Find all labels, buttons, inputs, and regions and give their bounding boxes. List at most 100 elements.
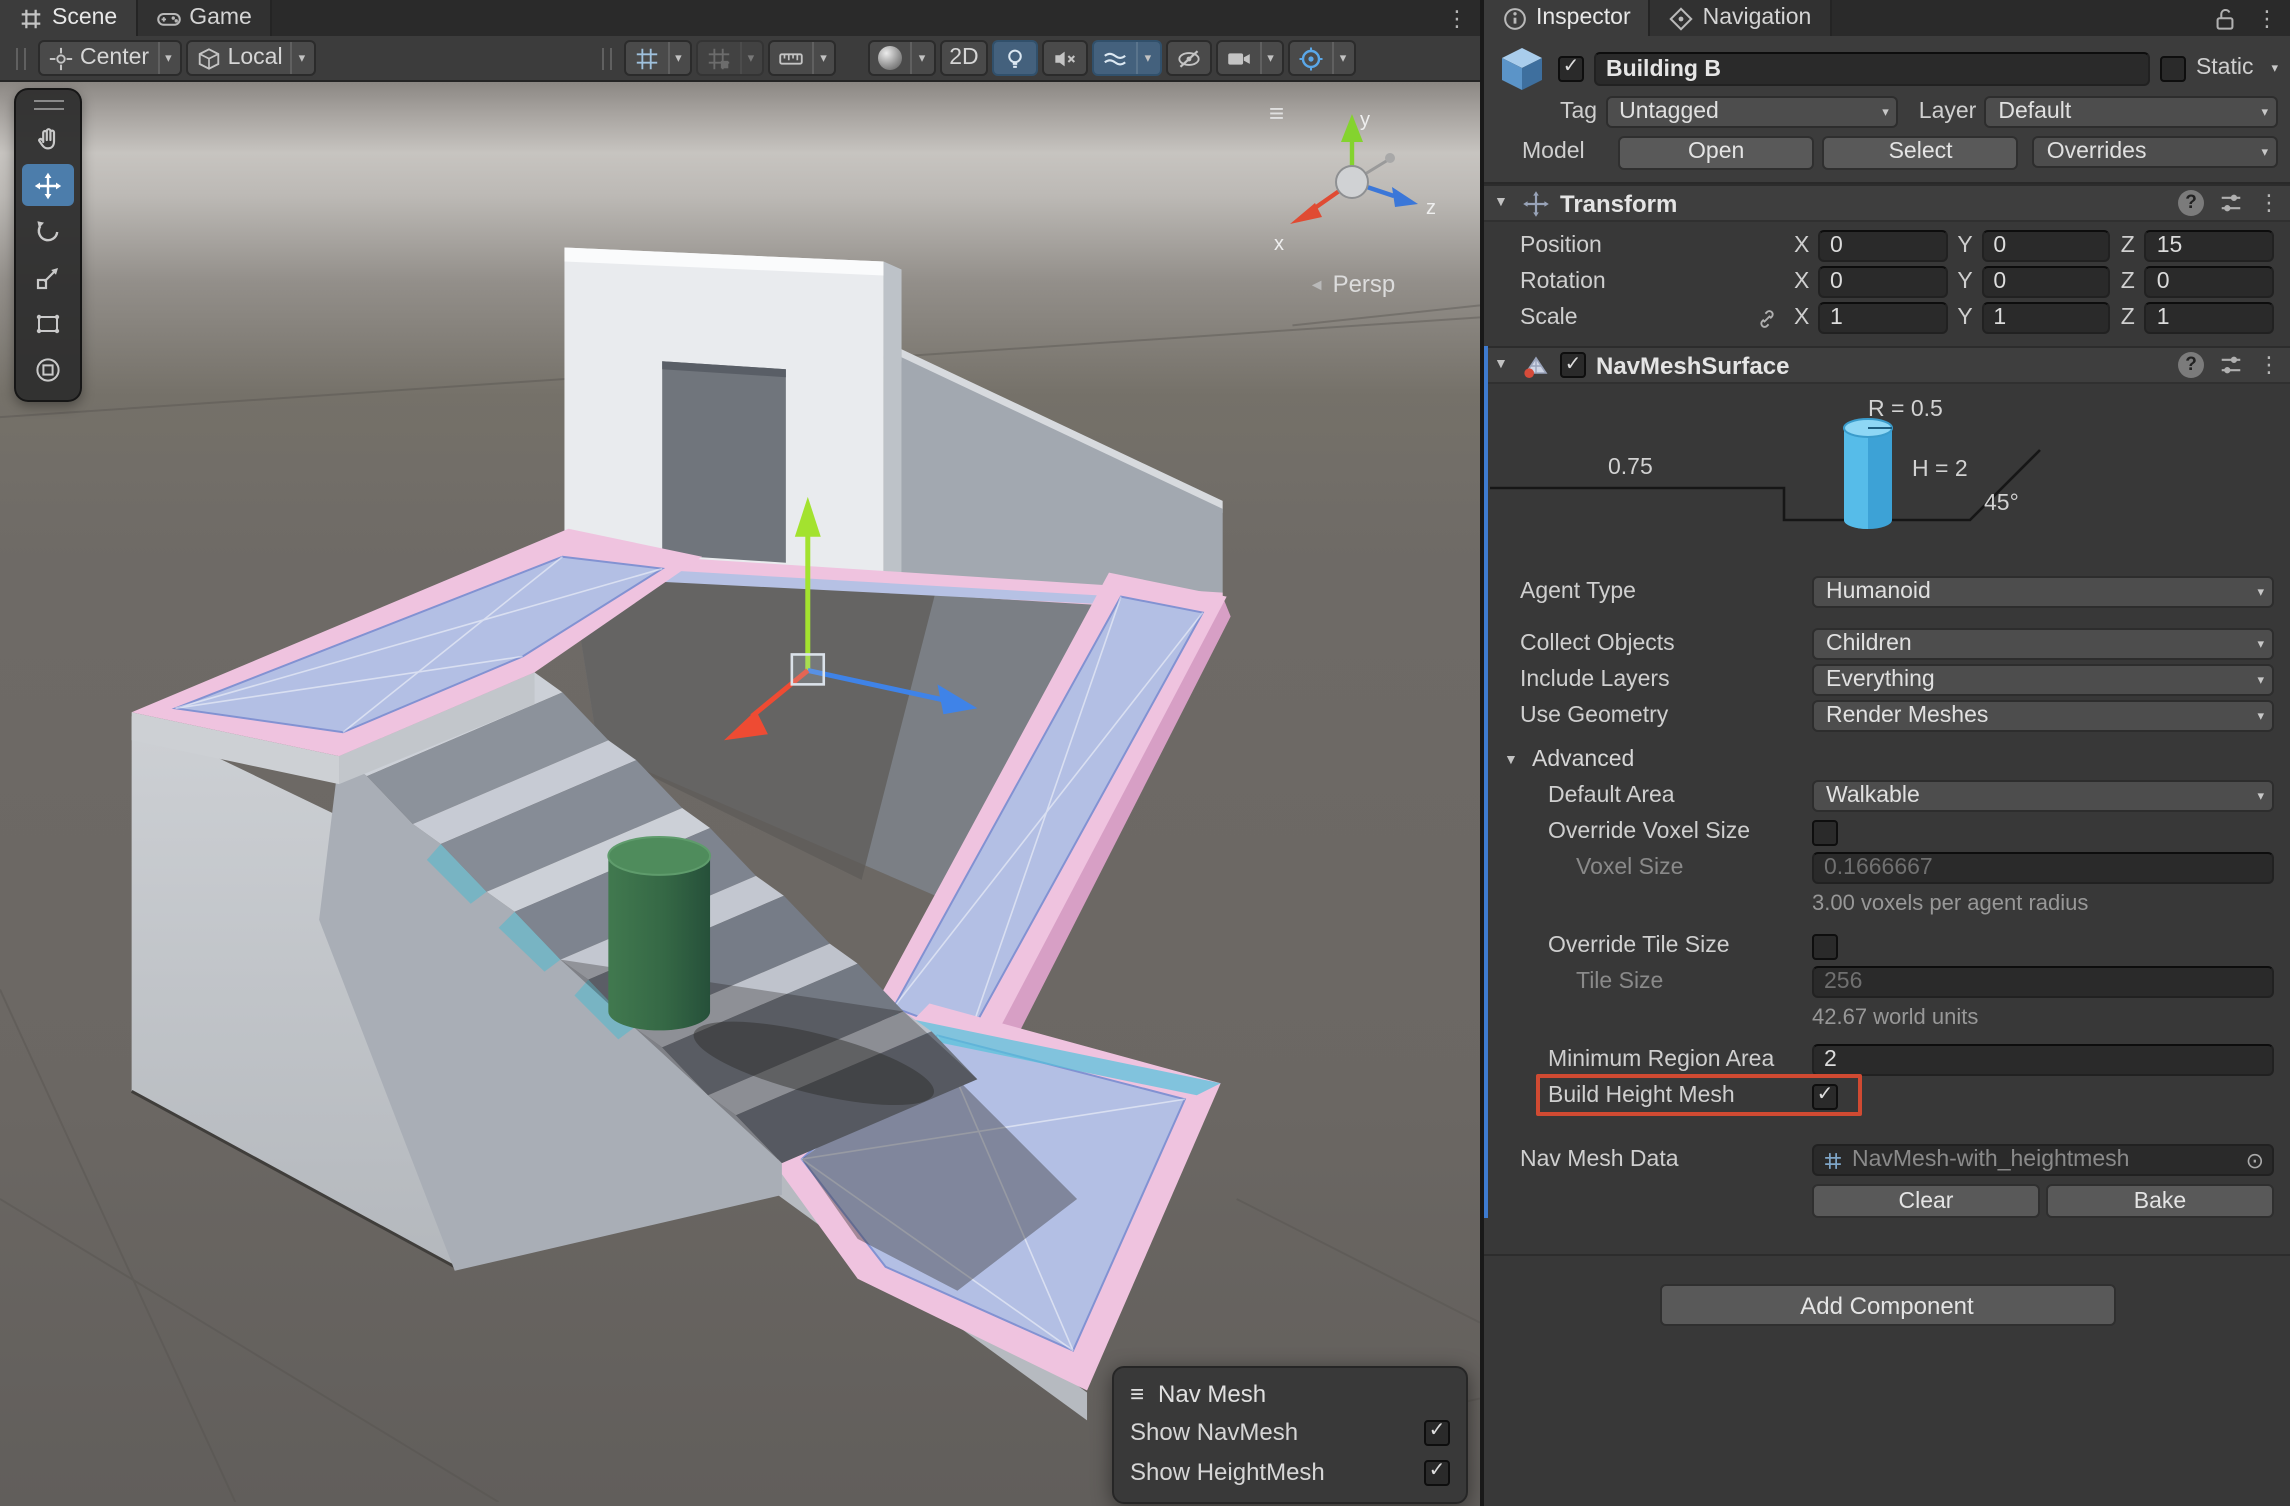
- move-tool-button[interactable]: [22, 164, 74, 206]
- tile-size-field[interactable]: 256: [1812, 966, 2274, 998]
- rotate-tool-button[interactable]: [22, 210, 74, 252]
- chevron-down-icon: ▾: [2257, 636, 2264, 652]
- scene-effects-dropdown[interactable]: ▾: [1093, 40, 1162, 76]
- rect-tool-button[interactable]: [22, 302, 74, 344]
- scene-panel: Scene Game ⋮ Center ▾ Local ▾: [0, 0, 1484, 1506]
- bake-button[interactable]: Bake: [2046, 1184, 2274, 1218]
- projection-toggle[interactable]: ◄ Persp: [1260, 270, 1444, 298]
- layer-dropdown[interactable]: Default ▾: [1984, 96, 2278, 128]
- uniform-scale-link-icon[interactable]: [1755, 307, 1777, 329]
- scene-viewport[interactable]: ≡ y x z ◄ Persp: [0, 82, 1480, 1506]
- scale-y-field[interactable]: 1: [1981, 302, 2110, 334]
- rotation-x-field[interactable]: 0: [1818, 266, 1947, 298]
- position-y-field[interactable]: 0: [1981, 230, 2110, 262]
- scene-lighting-button[interactable]: [993, 40, 1039, 76]
- toolbar-drag-handle[interactable]: [16, 47, 26, 69]
- gameobject-name-field[interactable]: Building B: [1594, 51, 2150, 85]
- position-x-field[interactable]: 0: [1818, 230, 1947, 262]
- pivot-mode-dropdown[interactable]: Center ▾: [38, 40, 182, 76]
- check-icon: ✓: [1429, 1462, 1446, 1482]
- tab-inspector[interactable]: Inspector: [1484, 0, 1651, 36]
- chevron-down-icon: ▾: [740, 42, 755, 74]
- help-icon[interactable]: ?: [2178, 190, 2204, 216]
- tab-game[interactable]: Game: [137, 0, 272, 36]
- default-area-dropdown[interactable]: Walkable▾: [1812, 780, 2274, 812]
- presets-icon[interactable]: [2218, 190, 2244, 216]
- nav-mesh-data-row: Nav Mesh Data NavMesh-with_heightmesh ⊙: [1484, 1144, 2274, 1176]
- help-icon[interactable]: ?: [2178, 352, 2204, 378]
- toolbar-drag-handle[interactable]: [601, 47, 611, 69]
- scene-visibility-button[interactable]: [1165, 40, 1211, 76]
- transform-title: Transform: [1560, 189, 1677, 217]
- include-layers-dropdown[interactable]: Everything▾: [1812, 664, 2274, 696]
- collect-objects-dropdown[interactable]: Children▾: [1812, 628, 2274, 660]
- hamburger-icon[interactable]: ≡: [1130, 1379, 1144, 1407]
- model-open-button[interactable]: Open: [1618, 135, 1814, 169]
- scene-grid-icon: [18, 5, 44, 31]
- component-menu-icon[interactable]: ⋮: [2258, 352, 2280, 378]
- override-tile-size-label: Override Tile Size: [1484, 934, 1800, 958]
- presets-icon[interactable]: [2218, 352, 2244, 378]
- component-enabled-checkbox[interactable]: ✓: [1560, 352, 1586, 378]
- axis-gizmo-icon[interactable]: y x z: [1260, 102, 1444, 266]
- build-height-mesh-checkbox[interactable]: ✓: [1812, 1083, 1838, 1109]
- position-z-field[interactable]: 15: [2145, 230, 2274, 262]
- inspector-panel: Inspector Navigation ⋮: [1484, 0, 2290, 1506]
- active-checkbox[interactable]: ✓: [1558, 55, 1584, 81]
- scale-z-field[interactable]: 1: [2145, 302, 2274, 334]
- tag-dropdown[interactable]: Untagged ▾: [1605, 96, 1899, 128]
- rotation-y-field[interactable]: 0: [1981, 266, 2110, 298]
- advanced-foldout[interactable]: ▼ Advanced: [1504, 744, 2274, 776]
- override-voxel-size-checkbox[interactable]: [1812, 819, 1838, 845]
- tab-navigation[interactable]: Navigation: [1651, 0, 1832, 36]
- transform-header[interactable]: ▼ Transform ? ⋮: [1484, 184, 2290, 222]
- scene-audio-button[interactable]: [1043, 40, 1089, 76]
- navmeshsurface-header[interactable]: ▼ ✓ NavMeshSurface ? ⋮: [1484, 346, 2290, 384]
- scene-3d-render[interactable]: [0, 82, 1480, 1502]
- shading-mode-dropdown[interactable]: ▾: [869, 40, 936, 76]
- chevron-down-icon: ▾: [2257, 672, 2264, 688]
- scale-tool-button[interactable]: [22, 256, 74, 298]
- tab-scene[interactable]: Scene: [0, 0, 137, 36]
- add-component-label: Add Component: [1800, 1291, 1973, 1319]
- tab-navigation-label: Navigation: [1703, 6, 1812, 30]
- voxel-size-field[interactable]: 0.1666667: [1812, 852, 2274, 884]
- scene-tab-menu-icon[interactable]: ⋮: [1434, 0, 1480, 36]
- foldout-icon[interactable]: ▼: [1494, 196, 1512, 210]
- snap-increment-button[interactable]: ▾: [768, 40, 837, 76]
- static-flags-dropdown-icon[interactable]: ▾: [2271, 60, 2278, 76]
- use-geometry-dropdown[interactable]: Render Meshes▾: [1812, 700, 2274, 732]
- foldout-icon[interactable]: ▼: [1494, 358, 1512, 372]
- inspector-lock-icon[interactable]: [2206, 0, 2244, 36]
- show-heightmesh-checkbox[interactable]: ✓: [1424, 1459, 1450, 1485]
- object-picker-icon[interactable]: ⊙: [2246, 1147, 2264, 1173]
- add-component-button[interactable]: Add Component: [1659, 1284, 2115, 1326]
- agent-type-value: Humanoid: [1826, 580, 1931, 604]
- show-navmesh-checkbox[interactable]: ✓: [1424, 1419, 1450, 1445]
- static-checkbox[interactable]: [2160, 55, 2186, 81]
- scene-camera-dropdown[interactable]: ▾: [1215, 40, 1284, 76]
- view-tool-button[interactable]: [22, 118, 74, 160]
- gizmos-dropdown[interactable]: ▾: [1288, 40, 1357, 76]
- orientation-gizmo[interactable]: y x z ◄ Persp: [1260, 102, 1444, 298]
- inspector-menu-icon[interactable]: ⋮: [2244, 0, 2290, 36]
- transform-tool-button[interactable]: [22, 348, 74, 390]
- agent-type-dropdown[interactable]: Humanoid▾: [1812, 576, 2274, 608]
- component-menu-icon[interactable]: ⋮: [2258, 190, 2280, 216]
- override-tile-size-checkbox[interactable]: [1812, 933, 1838, 959]
- nav-mesh-data-object-field[interactable]: NavMesh-with_heightmesh ⊙: [1812, 1144, 2274, 1176]
- tab-inspector-label: Inspector: [1536, 6, 1631, 30]
- 2d-mode-button[interactable]: 2D: [939, 40, 988, 76]
- min-region-area-field[interactable]: 2: [1812, 1044, 2274, 1076]
- handle-orientation-dropdown[interactable]: Local ▾: [186, 40, 316, 76]
- grid-visibility-button[interactable]: ▾: [623, 40, 692, 76]
- scale-x-field[interactable]: 1: [1818, 302, 1947, 334]
- grid-snap-button[interactable]: ▾: [696, 40, 765, 76]
- overlay-drag-handle[interactable]: [16, 94, 80, 114]
- overrides-dropdown[interactable]: Overrides ▾: [2033, 136, 2278, 168]
- include-layers-row: Include Layers Everything▾: [1484, 664, 2274, 696]
- model-select-button[interactable]: Select: [1822, 135, 2018, 169]
- use-geometry-label: Use Geometry: [1484, 704, 1800, 728]
- clear-button[interactable]: Clear: [1812, 1184, 2040, 1218]
- rotation-z-field[interactable]: 0: [2145, 266, 2274, 298]
